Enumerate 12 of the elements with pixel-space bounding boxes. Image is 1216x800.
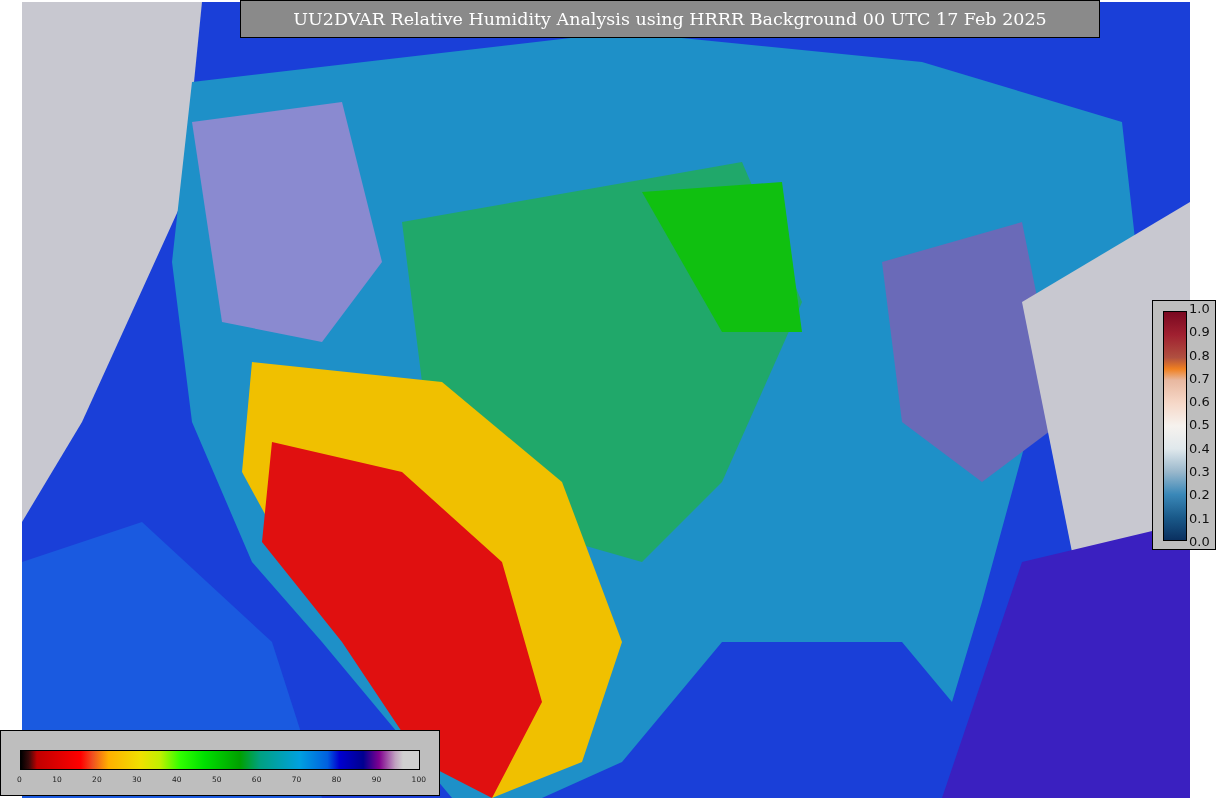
tick-label: 0.6: [1189, 394, 1210, 410]
map-title: UU2DVAR Relative Humidity Analysis using HRRR Background 00 UTC 17 Feb 2025: [240, 0, 1100, 38]
tick-label: 0.1: [1189, 510, 1210, 526]
tick-label: 0.9: [1189, 324, 1210, 340]
tick-label: 0.2: [1189, 487, 1210, 503]
tick-label: 0.0: [1189, 533, 1210, 549]
tick-label: 0.4: [1189, 440, 1210, 456]
tick-label: 0.5: [1189, 417, 1210, 433]
tick-label: 0.7: [1189, 370, 1210, 386]
tick-label: 1.0: [1189, 301, 1210, 316]
tick-label: 0.3: [1189, 464, 1210, 480]
tick-label: 0.8: [1189, 347, 1210, 363]
